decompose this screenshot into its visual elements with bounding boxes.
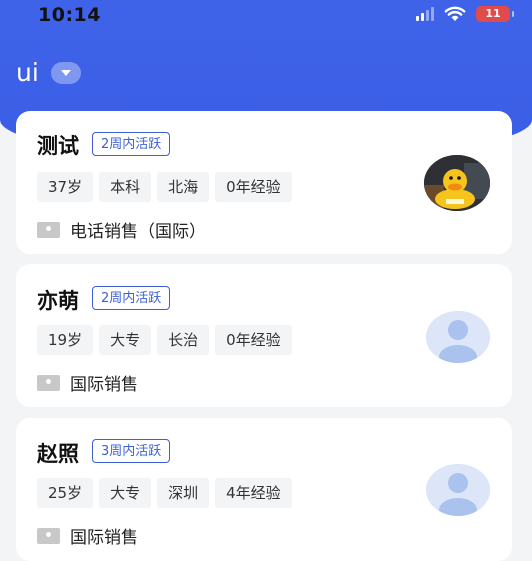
battery-icon: 11 [476, 6, 514, 22]
job-label: 国际销售 [70, 375, 138, 395]
chevron-down-icon[interactable] [50, 61, 81, 84]
city-selector[interactable]: ui [16, 58, 81, 87]
city-tag: 深圳 [157, 478, 210, 508]
age-tag: 25岁 [37, 478, 94, 508]
experience-tag: 4年经验 [215, 478, 292, 508]
candidate-tags: 19岁 大专 长治 0年经验 [37, 325, 292, 355]
education-tag: 本科 [99, 172, 152, 202]
expected-job: 国际销售 [37, 370, 138, 395]
active-status-badge: 3周内活跃 [92, 439, 171, 463]
candidate-name: 赵照 [37, 442, 79, 466]
experience-tag: 0年经验 [215, 172, 292, 202]
signal-icon [416, 7, 434, 21]
job-icon [37, 374, 60, 391]
job-label: 电话销售（国际） [70, 222, 206, 242]
job-icon [37, 527, 60, 544]
default-person-avatar[interactable] [426, 311, 490, 363]
experience-tag: 0年经验 [215, 325, 292, 355]
job-icon [37, 221, 60, 238]
job-label: 国际销售 [70, 528, 138, 548]
candidate-tags: 25岁 大专 深圳 4年经验 [37, 478, 292, 508]
education-tag: 大专 [99, 325, 152, 355]
expected-job: 国际销售 [37, 523, 138, 548]
candidate-name: 测试 [37, 134, 79, 158]
wifi-icon [444, 6, 466, 22]
education-tag: 大专 [99, 478, 152, 508]
status-icons: 11 [416, 6, 514, 22]
city-label: ui [16, 58, 39, 87]
expected-job: 电话销售（国际） [37, 217, 206, 242]
active-status-badge: 2周内活跃 [92, 132, 171, 156]
active-status-badge: 2周内活跃 [92, 286, 171, 310]
duck-photo-avatar[interactable] [424, 155, 490, 211]
age-tag: 37岁 [37, 172, 94, 202]
candidate-name: 亦萌 [37, 289, 79, 313]
candidate-card[interactable]: 亦萌 2周内活跃 19岁 大专 长治 0年经验 国际销售 [16, 264, 512, 407]
candidate-tags: 37岁 本科 北海 0年经验 [37, 172, 292, 202]
candidate-card[interactable]: 测试 2周内活跃 37岁 本科 北海 0年经验 电话销售（国际） [16, 111, 512, 254]
status-bar: 10:14 11 [0, 0, 532, 32]
status-time: 10:14 [38, 4, 101, 26]
candidate-card[interactable]: 赵照 3周内活跃 25岁 大专 深圳 4年经验 国际销售 [16, 418, 512, 561]
city-tag: 长治 [157, 325, 210, 355]
age-tag: 19岁 [37, 325, 94, 355]
default-person-avatar[interactable] [426, 464, 490, 516]
city-tag: 北海 [157, 172, 210, 202]
